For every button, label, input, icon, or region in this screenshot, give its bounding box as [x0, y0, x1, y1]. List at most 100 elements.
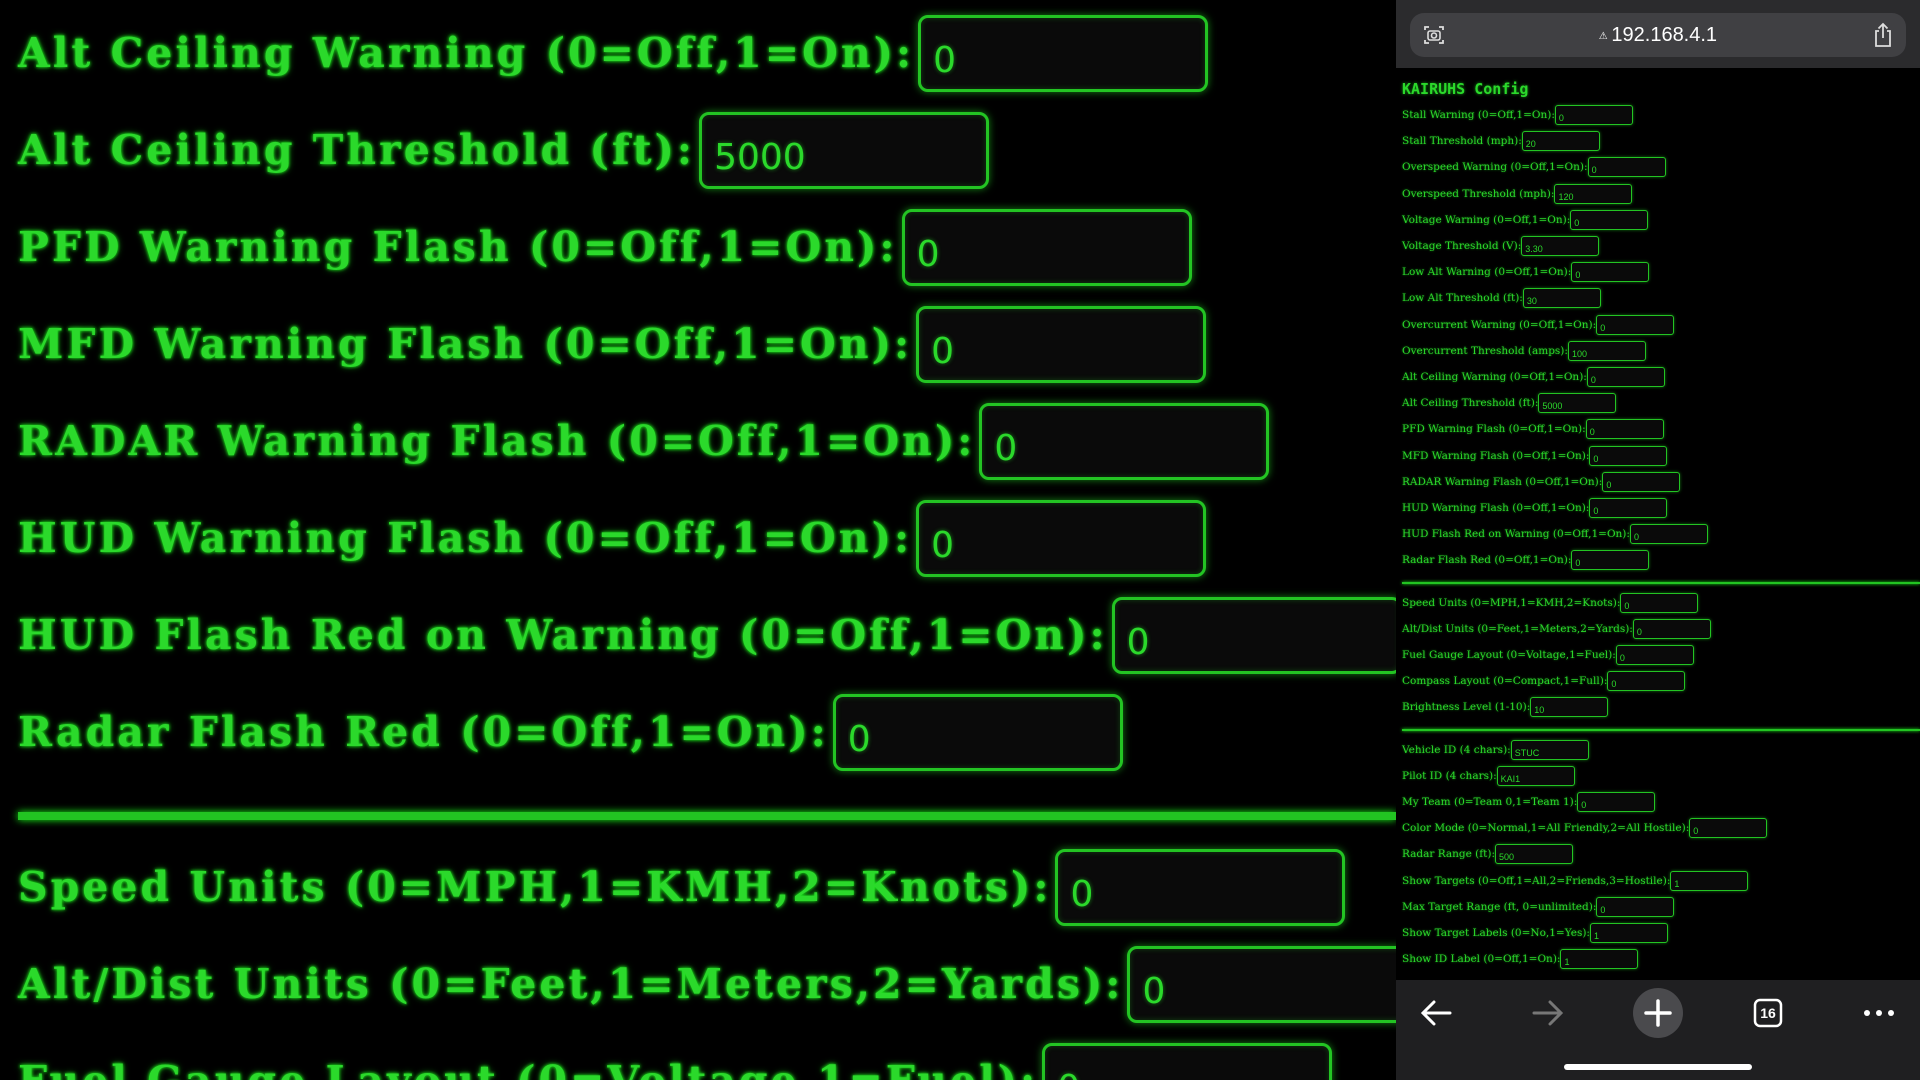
setting-input[interactable] — [1596, 896, 1675, 917]
setting-label: Fuel Gauge Layout (0=Voltage,1=Fuel): — [1402, 649, 1616, 661]
setting-input[interactable] — [1530, 697, 1609, 718]
zoomed-setting-input[interactable] — [1042, 1042, 1333, 1080]
setting-input[interactable] — [1587, 157, 1666, 178]
browser-top-bar: ⚠ 192.168.4.1 — [1396, 0, 1920, 68]
forward-arrow-icon — [1532, 1000, 1564, 1026]
zoomed-setting-input[interactable] — [832, 693, 1123, 771]
setting-row: Pilot ID (4 chars): — [1402, 765, 1575, 787]
setting-input[interactable] — [1510, 739, 1589, 760]
setting-input[interactable] — [1571, 262, 1650, 283]
setting-input[interactable] — [1615, 645, 1694, 665]
setting-input[interactable] — [1620, 592, 1699, 613]
setting-label: Stall Warning (0=Off,1=On): — [1402, 109, 1555, 121]
setting-row: Fuel Gauge Layout (0=Voltage,1=Fuel): — [1402, 644, 1694, 666]
setting-input[interactable] — [1554, 105, 1633, 125]
setting-label: Max Target Range (ft, 0=unlimited): — [1402, 900, 1597, 913]
zoomed-setting-row: MFD Warning Flash (0=Off,1=On): — [18, 305, 1207, 383]
zoomed-setting-label: Fuel Gauge Layout (0=Voltage,1=Fuel): — [18, 1057, 1038, 1080]
zoomed-setting-input[interactable] — [699, 111, 990, 189]
setting-label: Alt Ceiling Threshold (ft): — [1402, 397, 1539, 410]
setting-label: Voltage Threshold (V): — [1402, 240, 1522, 252]
setting-row: Low Alt Warning (0=Off,1=On): — [1402, 261, 1650, 283]
zoomed-setting-row: HUD Warning Flash (0=Off,1=On): — [18, 499, 1207, 577]
zoomed-setting-input[interactable] — [1127, 945, 1396, 1023]
zoomed-setting-row: Alt/Dist Units (0=Feet,1=Meters,2=Yards)… — [18, 945, 1396, 1023]
zoomed-setting-input[interactable] — [916, 499, 1207, 577]
setting-input[interactable] — [1522, 288, 1601, 309]
zoomed-setting-label: Alt Ceiling Threshold (ft): — [18, 126, 696, 174]
setting-input[interactable] — [1607, 671, 1686, 692]
zoomed-config-view: Alt Ceiling Warning (0=Off,1=On): Alt Cei… — [0, 0, 1396, 1080]
setting-input[interactable] — [1585, 419, 1664, 440]
setting-label: Show Target Labels (0=No,1=Yes): — [1402, 927, 1590, 939]
setting-input[interactable] — [1521, 236, 1600, 256]
setting-row: Show ID Label (0=Off,1=On): — [1402, 948, 1639, 970]
forward-button[interactable] — [1522, 988, 1572, 1038]
setting-row: Alt Ceiling Threshold (ft): — [1402, 392, 1617, 414]
back-arrow-icon — [1420, 1000, 1452, 1026]
setting-label: Show ID Label (0=Off,1=On): — [1402, 953, 1561, 966]
setting-label: Vehicle ID (4 chars): — [1402, 743, 1511, 756]
setting-input[interactable] — [1567, 340, 1646, 361]
setting-input[interactable] — [1538, 393, 1617, 414]
browser-toolbar: 16 — [1396, 980, 1920, 1080]
zoomed-setting-label: HUD Warning Flash (0=Off,1=On): — [18, 514, 913, 562]
setting-input[interactable] — [1689, 818, 1768, 839]
new-tab-button[interactable] — [1633, 988, 1683, 1038]
setting-label: Low Alt Warning (0=Off,1=On): — [1402, 266, 1572, 279]
zoomed-setting-input[interactable] — [916, 305, 1207, 383]
setting-row: Speed Units (0=MPH,1=KMH,2=Knots): — [1402, 592, 1699, 614]
setting-row: MFD Warning Flash (0=Off,1=On): — [1402, 445, 1668, 467]
setting-row: My Team (0=Team 0,1=Team 1): — [1402, 791, 1656, 813]
setting-input[interactable] — [1496, 765, 1575, 786]
zoomed-setting-input[interactable] — [918, 14, 1209, 92]
setting-label: Low Alt Threshold (ft): — [1402, 292, 1523, 305]
setting-input[interactable] — [1560, 949, 1639, 970]
setting-label: Speed Units (0=MPH,1=KMH,2=Knots): — [1402, 596, 1621, 609]
setting-input[interactable] — [1589, 923, 1668, 943]
setting-input[interactable] — [1629, 524, 1708, 545]
setting-input[interactable] — [1570, 209, 1649, 230]
setting-input[interactable] — [1596, 314, 1675, 335]
tab-count: 16 — [1760, 1005, 1776, 1021]
setting-input[interactable] — [1586, 367, 1665, 387]
back-button[interactable] — [1412, 988, 1462, 1038]
zoomed-setting-row: HUD Flash Red on Warning (0=Off,1=On): — [18, 596, 1396, 674]
setting-input[interactable] — [1589, 498, 1668, 518]
setting-input[interactable] — [1571, 550, 1650, 571]
zoomed-setting-input[interactable] — [1055, 848, 1346, 926]
setting-label: MFD Warning Flash (0=Off,1=On): — [1402, 449, 1590, 462]
setting-input[interactable] — [1602, 471, 1681, 492]
setting-input[interactable] — [1577, 792, 1656, 812]
zoomed-setting-label: Alt Ceiling Warning (0=Off,1=On): — [18, 29, 915, 77]
zoomed-setting-input[interactable] — [979, 402, 1270, 480]
setting-label: Voltage Warning (0=Off,1=On): — [1402, 213, 1571, 226]
zoomed-setting-input[interactable] — [1111, 596, 1396, 674]
setting-input[interactable] — [1521, 131, 1600, 152]
address-bar[interactable]: ⚠ 192.168.4.1 — [1410, 13, 1906, 57]
setting-input[interactable] — [1589, 445, 1668, 466]
camera-icon[interactable] — [1422, 23, 1446, 47]
setting-row: RADAR Warning Flash (0=Off,1=On): — [1402, 471, 1681, 493]
zoomed-setting-input[interactable] — [901, 208, 1192, 286]
setting-row: Stall Warning (0=Off,1=On): — [1402, 104, 1633, 126]
setting-row: Alt/Dist Units (0=Feet,1=Meters,2=Yards)… — [1402, 618, 1711, 640]
setting-label: Brightness Level (1-10): — [1402, 701, 1531, 714]
tabs-button[interactable]: 16 — [1743, 988, 1793, 1038]
setting-input[interactable] — [1670, 870, 1749, 891]
setting-row: Radar Range (ft): — [1402, 843, 1574, 865]
more-button[interactable] — [1854, 988, 1904, 1038]
zoomed-setting-row: Fuel Gauge Layout (0=Voltage,1=Fuel): — [18, 1042, 1333, 1080]
setting-label: Overcurrent Threshold (amps): — [1402, 344, 1568, 357]
url-text[interactable]: 192.168.4.1 — [1611, 24, 1717, 47]
share-icon[interactable] — [1872, 22, 1894, 48]
setting-input[interactable] — [1554, 183, 1633, 204]
zoomed-setting-row: Alt Ceiling Warning (0=Off,1=On): — [18, 14, 1209, 92]
setting-row: Voltage Warning (0=Off,1=On): — [1402, 209, 1649, 231]
setting-input[interactable] — [1495, 844, 1574, 865]
setting-row: Overcurrent Threshold (amps): — [1402, 340, 1646, 362]
setting-row: Show Target Labels (0=No,1=Yes): — [1402, 922, 1668, 944]
zoomed-setting-row: RADAR Warning Flash (0=Off,1=On): — [18, 402, 1270, 480]
setting-label: HUD Flash Red on Warning (0=Off,1=On): — [1402, 528, 1630, 541]
setting-input[interactable] — [1632, 618, 1711, 639]
